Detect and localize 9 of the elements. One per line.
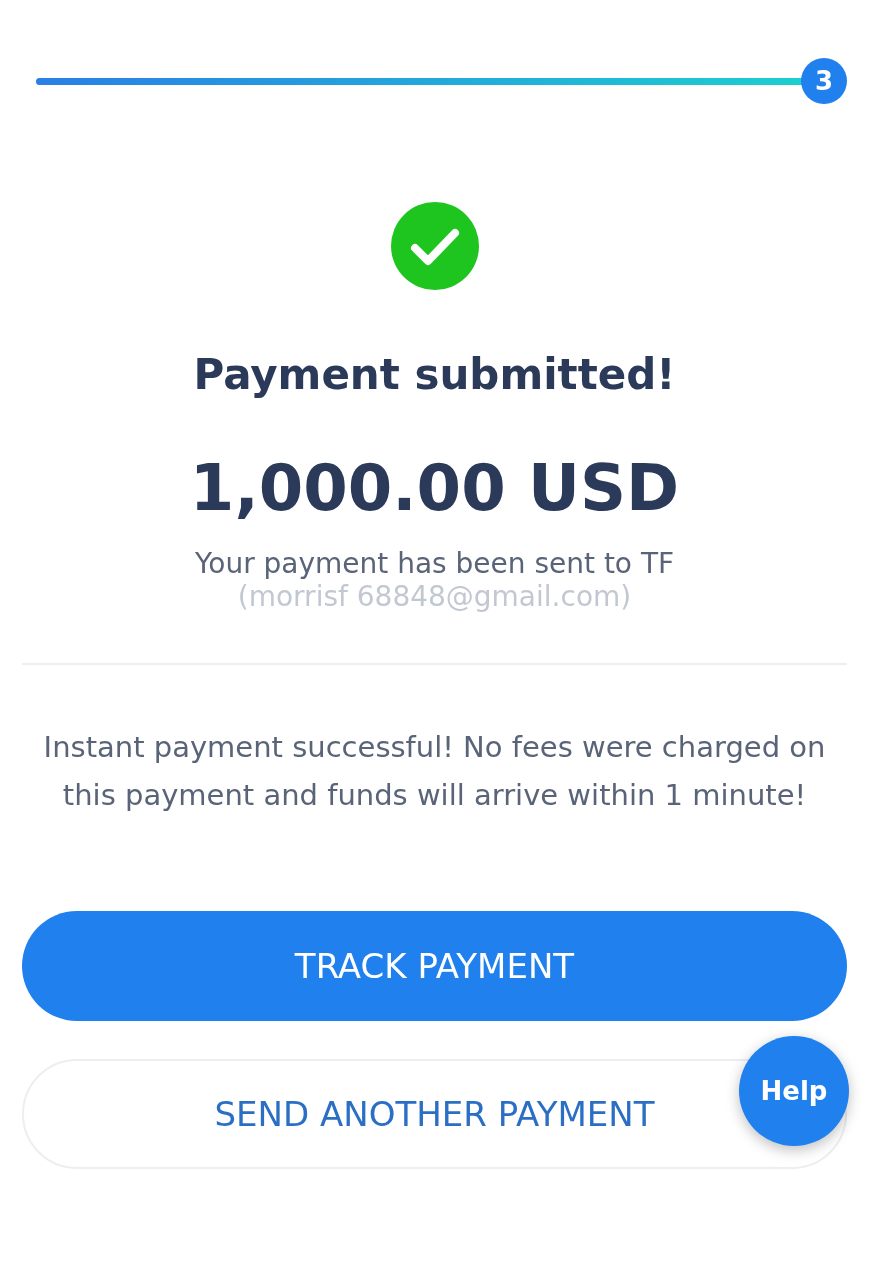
- amount: 1,000.00 USD: [189, 451, 680, 525]
- step-indicator: 3: [801, 58, 847, 104]
- recipient-text: Your payment has been sent to TF: [193, 547, 676, 580]
- recipient-email: (morrisf 68848@gmail.com): [237, 580, 632, 613]
- check-icon: [390, 202, 479, 290]
- status-title: Payment submitted!: [193, 350, 676, 399]
- track-payment-button[interactable]: TRACK PAYMENT: [22, 911, 847, 1021]
- info-message: Instant payment successful! No fees were charged on this payment and funds will arrive within 1 minute!: [42, 729, 827, 814]
- help-button[interactable]: Help: [739, 1036, 849, 1146]
